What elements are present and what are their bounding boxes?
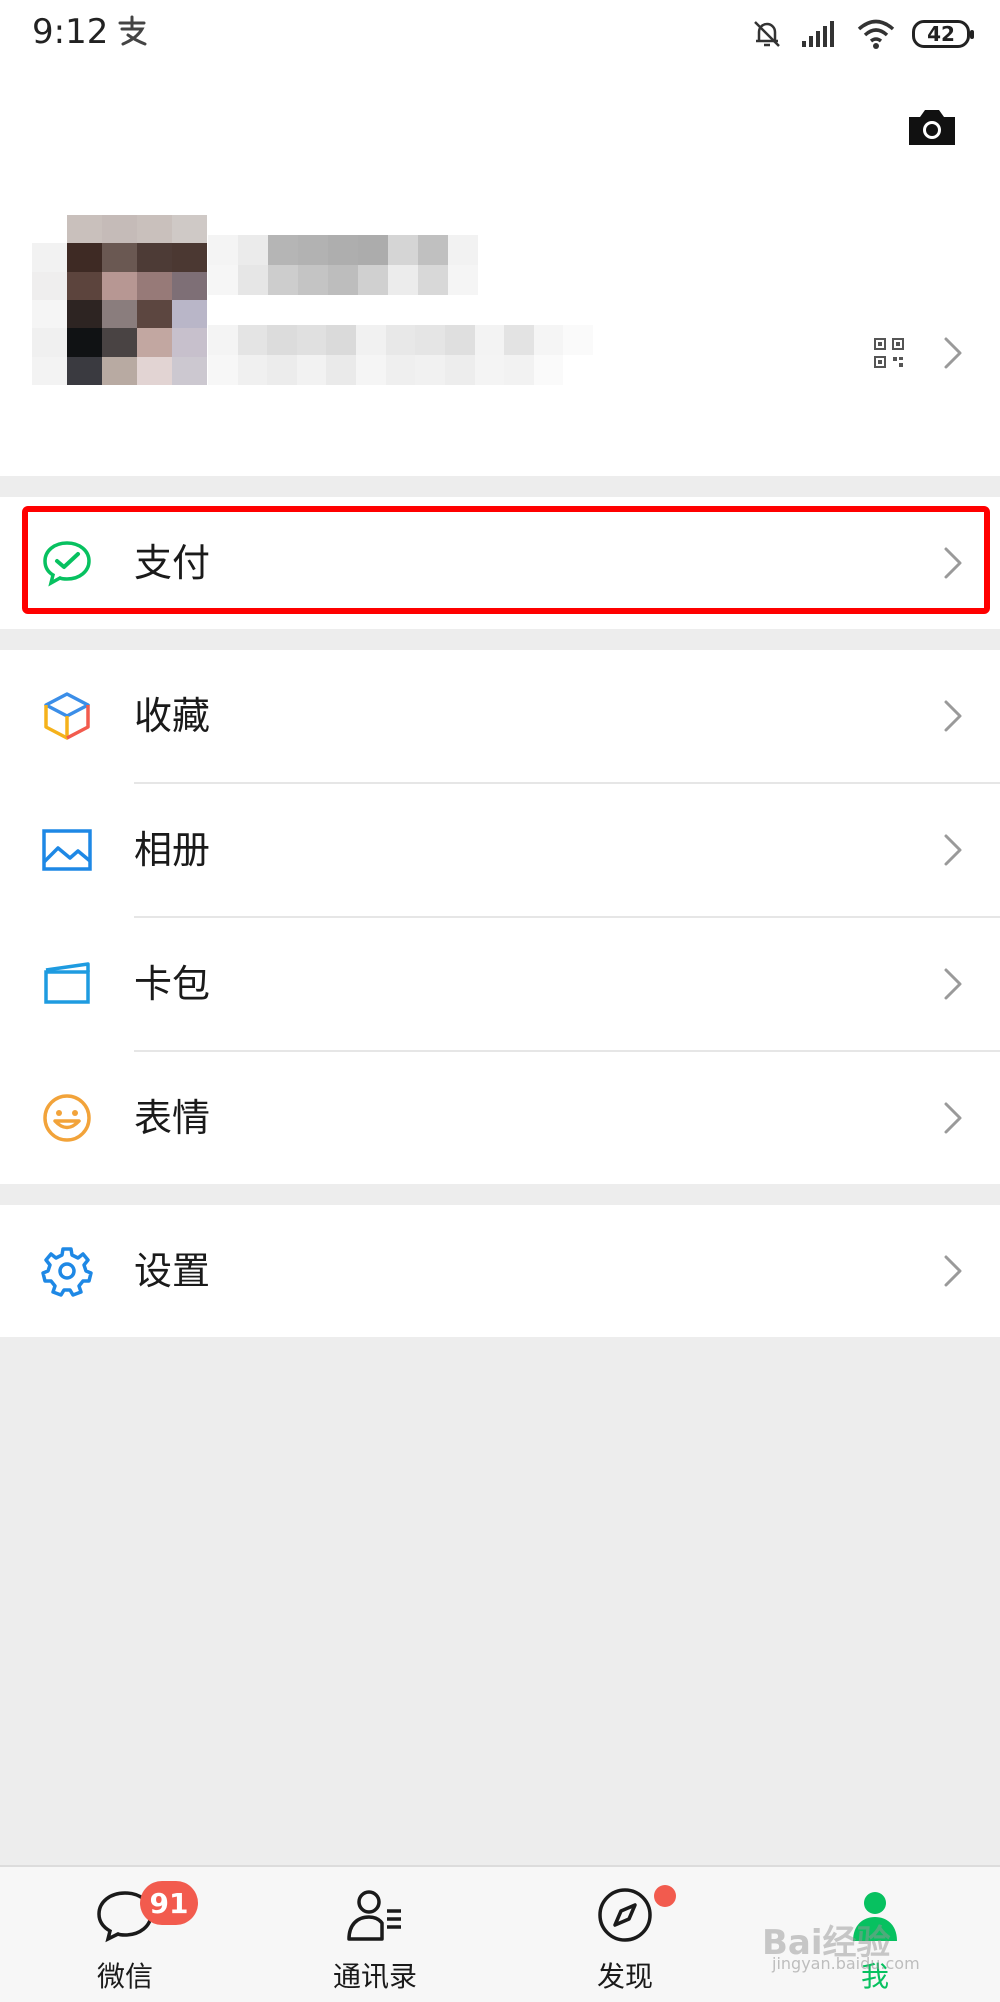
card-icon: [44, 962, 90, 1004]
signal-icon: [802, 21, 834, 47]
menu-label-album: 相册: [134, 828, 211, 872]
chevron-right-icon: [944, 1102, 962, 1134]
compass-icon: [598, 1888, 652, 1942]
chevron-right-icon: [944, 968, 962, 1000]
tab-label-discover: 发现: [596, 1960, 653, 1993]
menu-item-card-wallet[interactable]: 卡包: [0, 918, 1000, 1050]
chevron-right-icon: [944, 700, 962, 732]
chevron-right-icon: [944, 1255, 962, 1287]
image-icon: [42, 829, 92, 871]
unread-badge: 91: [140, 1881, 198, 1925]
status-icons: 42: [750, 14, 974, 54]
camera-icon[interactable]: [905, 105, 959, 149]
tab-chats[interactable]: 91 微信: [0, 1867, 250, 2002]
alipay-icon: [118, 15, 147, 46]
wifi-icon: [857, 19, 895, 49]
menu-label-favorites: 收藏: [134, 694, 211, 738]
menu-label-settings: 设置: [134, 1249, 211, 1293]
menu-item-stickers[interactable]: 表情: [0, 1052, 1000, 1184]
cube-icon: [44, 692, 90, 740]
battery-level: 42: [927, 22, 955, 46]
pixelated-nickname: [208, 235, 478, 295]
tab-discover[interactable]: 发现: [500, 1867, 750, 2002]
qr-code-icon[interactable]: [873, 337, 905, 369]
chevron-right-icon[interactable]: [942, 336, 964, 370]
status-time: 9:12: [32, 12, 109, 52]
menu-label-stickers: 表情: [134, 1096, 211, 1140]
pixelated-wechat-id: [208, 325, 593, 385]
tab-contacts[interactable]: 通讯录: [250, 1867, 500, 2002]
new-content-dot: [654, 1885, 676, 1907]
watermark-subtext: jingyan.baidu.com: [772, 1954, 920, 1973]
tab-label-contacts: 通讯录: [332, 1960, 417, 1993]
highlight-box: [22, 506, 990, 614]
chevron-right-icon: [944, 834, 962, 866]
bell-off-icon: [754, 21, 780, 47]
settings-section: 设置: [0, 1205, 1000, 1337]
menu-item-favorites[interactable]: 收藏: [0, 650, 1000, 782]
menu-label-card-wallet: 卡包: [134, 962, 211, 1006]
tab-label-chats: 微信: [96, 1960, 153, 1993]
avatar[interactable]: [32, 215, 207, 385]
battery-icon: 42: [912, 20, 974, 48]
gear-icon: [41, 1247, 93, 1297]
status-bar: 9:12 42: [0, 0, 1000, 70]
contacts-icon: [347, 1890, 401, 1941]
menu-item-album[interactable]: 相册: [0, 784, 1000, 916]
main-menu-section: 收藏 相册 卡包 表情: [0, 650, 1000, 1184]
smile-icon: [43, 1094, 91, 1142]
menu-item-settings[interactable]: 设置: [0, 1205, 1000, 1337]
profile-header[interactable]: [0, 70, 1000, 476]
